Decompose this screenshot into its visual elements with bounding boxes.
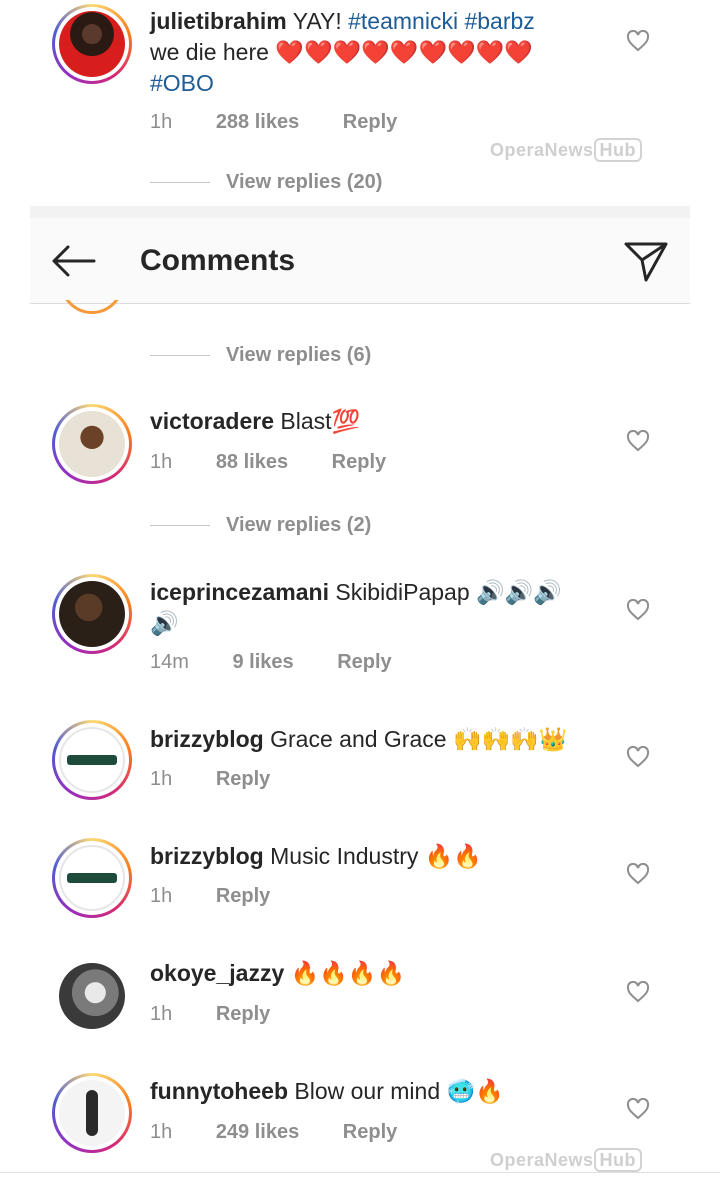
heart-icon[interactable]	[626, 981, 650, 1003]
timestamp: 1h	[150, 1003, 173, 1025]
avatar[interactable]	[52, 4, 132, 84]
reply-button[interactable]: Reply	[216, 768, 270, 790]
watermark: OperaNews Hub	[490, 1148, 643, 1172]
comment-body: Blast	[280, 408, 332, 434]
heart-icon[interactable]	[626, 430, 650, 452]
timestamp: 1h	[150, 451, 173, 473]
comment-body: Blow our mind	[294, 1078, 441, 1104]
timestamp: 1h	[150, 885, 173, 907]
heart-icon[interactable]	[626, 30, 650, 52]
emoji-string: 🔥🔥	[424, 843, 483, 869]
username[interactable]: funnytoheeb	[150, 1078, 288, 1104]
reply-button[interactable]: Reply	[337, 651, 391, 673]
avatar[interactable]	[52, 838, 132, 918]
comment-meta: 1h Reply	[150, 768, 308, 791]
reply-button[interactable]: Reply	[343, 1121, 397, 1143]
comment-body: Grace and Grace	[270, 726, 447, 752]
comment-meta: 1h 288 likes Reply	[150, 111, 435, 134]
username[interactable]: brizzyblog	[150, 843, 264, 869]
avatar[interactable]	[52, 1073, 132, 1153]
username[interactable]: iceprincezamani	[150, 579, 329, 605]
emoji-string: 💯	[331, 408, 361, 434]
hashtag-link[interactable]: #barbz	[464, 8, 534, 34]
avatar[interactable]	[52, 574, 132, 654]
view-replies-button[interactable]: View replies (6)	[150, 344, 371, 367]
emoji-string: 🔊	[150, 610, 179, 636]
reply-button[interactable]: Reply	[343, 111, 397, 133]
comment-text: funnytoheeb Blow our mind 🥶🔥	[150, 1076, 600, 1107]
comment-meta: 14m 9 likes Reply	[150, 651, 430, 674]
arrow-left-icon[interactable]	[50, 244, 96, 278]
emoji-string: 🔊🔊🔊	[476, 579, 562, 605]
comment-text: brizzyblog Grace and Grace 🙌🙌🙌👑	[150, 724, 600, 755]
hashtag-link[interactable]: #teamnicki	[348, 8, 458, 34]
reply-button[interactable]: Reply	[332, 451, 386, 473]
comment-meta: 1h Reply	[150, 1003, 308, 1026]
reply-button[interactable]: Reply	[216, 1003, 270, 1025]
username[interactable]: brizzyblog	[150, 726, 264, 752]
likes-count[interactable]: 88 likes	[216, 451, 288, 473]
heart-icon[interactable]	[626, 599, 650, 621]
timestamp: 1h	[150, 111, 173, 133]
hashtag-link[interactable]: #OBO	[150, 70, 214, 96]
comment-text: brizzyblog Music Industry 🔥🔥	[150, 841, 600, 872]
view-replies-button[interactable]: View replies (2)	[150, 514, 371, 537]
comment-body: YAY!	[292, 8, 349, 34]
comment-body: SkibidiPapap	[335, 579, 470, 605]
comments-header: Comments	[30, 206, 690, 304]
emoji-string: 🙌🙌🙌👑	[452, 726, 568, 752]
avatar[interactable]	[59, 963, 125, 1029]
view-replies-button[interactable]: View replies (20)	[150, 172, 382, 192]
divider	[0, 1172, 720, 1173]
avatar	[60, 300, 124, 314]
emoji-string: 🔥🔥🔥🔥	[290, 960, 406, 986]
comment-body: we die here	[150, 39, 269, 65]
comment-meta: 1h 88 likes Reply	[150, 451, 424, 474]
paper-plane-icon[interactable]	[624, 240, 668, 282]
comment-text: julietibrahim YAY! #teamnicki #barbz we …	[150, 6, 600, 99]
comment-text: okoye_jazzy 🔥🔥🔥🔥	[150, 958, 600, 989]
heart-icon[interactable]	[626, 863, 650, 885]
comment-text: victoradere Blast💯	[150, 406, 600, 437]
reply-button[interactable]: Reply	[216, 885, 270, 907]
timestamp: 1h	[150, 768, 173, 790]
comment-body: Music Industry	[270, 843, 419, 869]
top-comment: julietibrahim YAY! #teamnicki #barbz we …	[0, 0, 720, 200]
username[interactable]: victoradere	[150, 408, 274, 434]
likes-count[interactable]: 9 likes	[232, 651, 293, 673]
comment-meta: 1h 249 likes Reply	[150, 1121, 435, 1144]
likes-count[interactable]: 249 likes	[216, 1121, 299, 1143]
timestamp: 14m	[150, 651, 189, 673]
emoji-string: ❤️❤️❤️❤️❤️❤️❤️❤️❤️	[275, 39, 534, 65]
avatar[interactable]	[52, 720, 132, 800]
timestamp: 1h	[150, 1121, 173, 1143]
avatar[interactable]	[52, 404, 132, 484]
page-title: Comments	[140, 244, 296, 277]
heart-icon[interactable]	[626, 746, 650, 768]
comment-text: iceprincezamani SkibidiPapap 🔊🔊🔊 🔊	[150, 577, 600, 639]
heart-icon[interactable]	[626, 1098, 650, 1120]
watermark: OperaNews Hub	[490, 138, 643, 162]
comment-meta: 1h Reply	[150, 885, 308, 908]
likes-count[interactable]: 288 likes	[216, 111, 299, 133]
username[interactable]: okoye_jazzy	[150, 960, 284, 986]
emoji-string: 🥶🔥	[446, 1078, 504, 1104]
username[interactable]: julietibrahim	[150, 8, 287, 34]
